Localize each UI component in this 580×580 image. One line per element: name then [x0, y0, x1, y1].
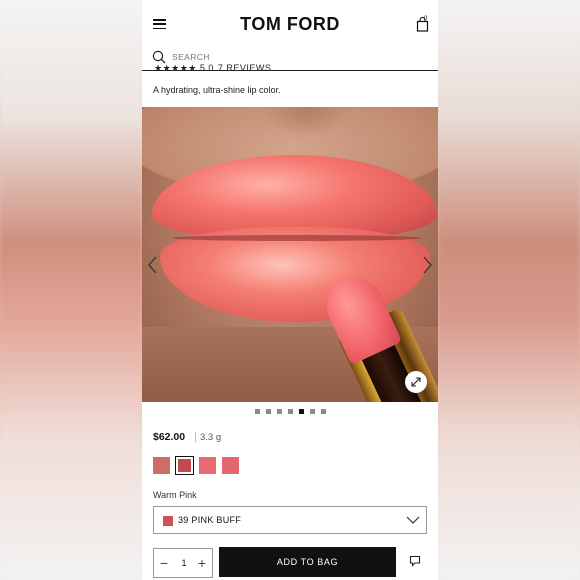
carousel-dot[interactable]: [320, 409, 326, 414]
product-page: TOM FORD 0 ★★★★★ 5.0 7 REVIEWS A hydratin…: [142, 0, 438, 580]
chat-button[interactable]: [400, 547, 430, 577]
carousel-dot[interactable]: [309, 409, 315, 414]
product-image-carousel[interactable]: [142, 107, 438, 402]
rating-row: ★★★★★ 5.0 7 REVIEWS: [154, 63, 271, 71]
product-description: A hydrating, ultra-shine lip color.: [153, 85, 281, 95]
product-photo-lower-lip: [160, 227, 430, 322]
chevron-down-icon: [406, 516, 420, 524]
add-to-bag-button[interactable]: ADD TO BAG: [219, 547, 396, 577]
shade-swatch-fill: [178, 459, 191, 472]
selected-shade-label: 39 PINK BUFF: [178, 515, 242, 525]
product-photo-lip-line: [172, 235, 422, 241]
brand-logo[interactable]: TOM FORD: [142, 14, 438, 35]
bag-count-badge: 0: [424, 16, 428, 22]
shade-swatch[interactable]: [153, 457, 170, 474]
zoom-button[interactable]: [405, 371, 427, 393]
background-blur-left: [0, 0, 142, 580]
background-blur-right: [438, 0, 580, 580]
carousel-pagination: [142, 409, 438, 414]
quantity-decrease-button[interactable]: −: [156, 555, 172, 571]
shade-dropdown[interactable]: 39 PINK BUFF: [153, 506, 427, 534]
quantity-input[interactable]: [174, 555, 194, 571]
selected-shade-chip: [163, 516, 173, 526]
product-weight: 3.3 g: [200, 432, 222, 443]
site-header: TOM FORD 0: [142, 0, 438, 46]
expand-icon: [411, 377, 421, 387]
reviews-link[interactable]: 7 REVIEWS: [218, 63, 272, 71]
carousel-dot[interactable]: [276, 409, 282, 414]
shade-swatch[interactable]: [199, 457, 216, 474]
product-price: $62.00: [153, 431, 186, 443]
carousel-prev-icon[interactable]: [146, 255, 160, 275]
shade-swatches: [153, 456, 239, 475]
carousel-dot[interactable]: [287, 409, 293, 414]
carousel-dot[interactable]: [265, 409, 271, 414]
quantity-increase-button[interactable]: +: [194, 555, 210, 571]
carousel-dot[interactable]: [254, 409, 260, 414]
chat-bubble-icon: [409, 555, 421, 567]
rating-stars: ★★★★★ 5.0: [154, 63, 214, 71]
search-input[interactable]: [172, 50, 372, 64]
shopping-bag-icon[interactable]: [416, 17, 430, 32]
carousel-dot[interactable]: [298, 409, 304, 414]
carousel-next-icon[interactable]: [420, 255, 434, 275]
shade-swatch[interactable]: [175, 456, 194, 475]
quantity-stepper: − +: [153, 548, 213, 578]
search-icon[interactable]: [152, 50, 166, 64]
price-divider: [195, 432, 196, 442]
shade-swatch[interactable]: [222, 457, 239, 474]
shade-family-label: Warm Pink: [153, 490, 197, 500]
